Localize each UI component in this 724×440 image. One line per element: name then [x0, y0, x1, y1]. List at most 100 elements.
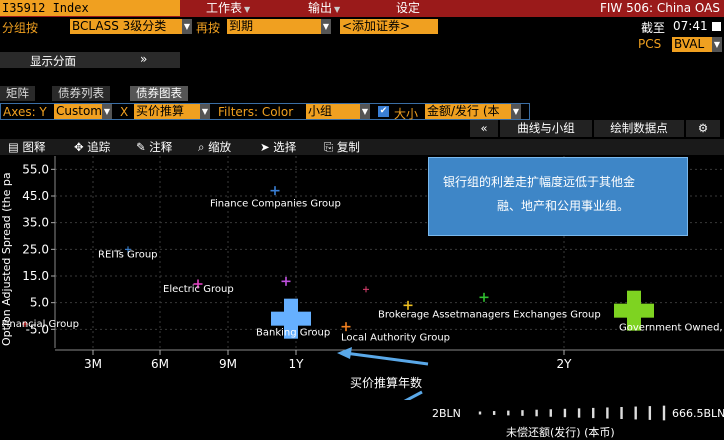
- callout-line-2: 融、地产和公用事业组。: [497, 199, 630, 213]
- axes-y-label: Axes: Y: [3, 105, 47, 119]
- group-by-label: 分组按: [2, 21, 39, 35]
- filters-color-label: Filters: Color: [218, 105, 294, 119]
- callout-line-1: 银行组的利差走扩幅度远低于其他金: [443, 175, 636, 189]
- show-panels-label: 显示分面: [30, 54, 76, 68]
- plus-marker-v: [345, 322, 347, 332]
- menu-worksheet[interactable]: 工作表 ▼: [206, 0, 250, 17]
- size-scale-tick: [492, 411, 496, 415]
- menu-settings[interactable]: 设定: [396, 0, 420, 17]
- expand-icon: »: [140, 52, 148, 66]
- checkbox-icon[interactable]: [712, 22, 721, 31]
- annotate-button[interactable]: ✎ 注释: [136, 139, 172, 155]
- plus-marker-v: [274, 186, 276, 196]
- gear-icon[interactable]: ⚙: [686, 120, 720, 137]
- point-label: Banking Group: [256, 328, 330, 339]
- point-label: Finance Companies Group: [210, 199, 341, 210]
- size-scale-tick: [662, 405, 666, 421]
- security-field[interactable]: I35912 Index: [0, 0, 180, 16]
- y-tick-label: 55.0: [22, 162, 49, 176]
- x-axis-select[interactable]: 买价推算: [134, 104, 200, 119]
- y-tick-label: 35.0: [22, 216, 49, 230]
- annotation-callout[interactable]: 银行组的利差走扩幅度远低于其他金 融、地产和公用事业组。: [428, 157, 688, 236]
- then-by-select[interactable]: 到期: [227, 19, 321, 34]
- y-axis-select[interactable]: Custom: [54, 104, 102, 119]
- point-label: Local Authority Group: [341, 333, 450, 344]
- then-by-label: 再按: [196, 21, 221, 35]
- data-point[interactable]: [341, 322, 351, 332]
- tab-bond-list[interactable]: 债券列表: [52, 86, 110, 101]
- x-tick-label: 2Y: [557, 357, 573, 371]
- tab-matrix[interactable]: 矩阵: [0, 86, 35, 101]
- chevron-down-icon[interactable]: ▼: [321, 19, 331, 34]
- chevron-down-icon[interactable]: ▼: [200, 104, 210, 119]
- size-legend-max: 666.5BLN: [672, 407, 724, 420]
- collapse-button[interactable]: «: [470, 120, 498, 137]
- plot-points-button[interactable]: 绘制数据点: [594, 120, 684, 137]
- data-point[interactable]: [363, 286, 369, 293]
- tab-bond-chart[interactable]: 债券图表: [130, 86, 188, 101]
- size-checkbox[interactable]: ✔: [378, 106, 389, 117]
- as-of-label: 截至: [641, 21, 666, 35]
- trace-icon: ✥: [74, 140, 84, 154]
- select-button[interactable]: ➤ 选择: [260, 139, 296, 155]
- size-scale-tick: [535, 409, 538, 417]
- data-point[interactable]: [270, 186, 280, 196]
- function-title: FIW 506: China OAS: [599, 1, 720, 15]
- callout-arrows: [337, 347, 429, 400]
- as-of-time: 07:41: [673, 19, 708, 33]
- y-axis-title: Option Adjusted Spread (the pa: [0, 172, 13, 346]
- group-by-select[interactable]: BCLASS 3级分类: [70, 19, 182, 34]
- chevron-down-icon[interactable]: ▼: [360, 104, 370, 119]
- x-tick-label: 6M: [151, 357, 169, 371]
- size-scale-tick: [634, 406, 637, 420]
- point-label: REITs Group: [98, 249, 158, 260]
- trace-button[interactable]: ✥ 追踪: [74, 139, 110, 155]
- copy-icon: ⎘: [324, 140, 334, 154]
- x-axis-label: X: [120, 105, 129, 119]
- x-tick-label: 9M: [219, 357, 237, 371]
- curves-groups-button[interactable]: 曲线与小组: [500, 120, 592, 137]
- size-scale-tick: [648, 406, 652, 420]
- plus-marker-v: [285, 276, 287, 286]
- add-security-input[interactable]: <添加证券>: [340, 19, 438, 34]
- legend-button[interactable]: ▤ 图释: [8, 139, 46, 155]
- color-select[interactable]: 小组: [306, 104, 360, 119]
- size-legend-scale: [478, 405, 666, 421]
- y-tick-label: 25.0: [22, 242, 49, 256]
- data-point[interactable]: [281, 276, 291, 286]
- size-select[interactable]: 金额/发行 (本: [425, 104, 511, 119]
- chevron-down-icon[interactable]: ▼: [712, 37, 722, 52]
- chevron-down-icon: ▼: [334, 5, 341, 14]
- zoom-button[interactable]: ⌕ 缩放: [198, 139, 231, 155]
- plus-marker-v: [365, 286, 367, 293]
- size-scale-tick: [521, 410, 524, 416]
- show-panels-button[interactable]: [0, 52, 180, 68]
- size-scale-tick: [620, 407, 623, 419]
- chevron-down-icon: ▼: [244, 5, 251, 14]
- point-label: Brokerage Assetmanagers Exchanges Group: [378, 309, 601, 320]
- size-scale-tick: [577, 408, 581, 418]
- size-scale-tick: [507, 410, 510, 416]
- size-scale-tick: [563, 408, 567, 418]
- chevron-down-icon[interactable]: ▼: [511, 104, 521, 119]
- size-legend-title: 未偿还额(发行) (本币): [506, 426, 615, 439]
- chevron-down-icon[interactable]: ▼: [182, 19, 192, 34]
- plus-marker-v: [483, 292, 485, 302]
- y-tick-label: 45.0: [22, 189, 49, 203]
- chevron-down-icon[interactable]: ▼: [102, 104, 112, 119]
- size-label: 大小: [394, 107, 419, 121]
- x-tick-label: 1Y: [289, 357, 305, 371]
- size-scale-tick: [549, 409, 552, 417]
- pcs-label: PCS: [638, 37, 662, 51]
- point-label: Government Owned, No Guarantee Group: [619, 323, 724, 334]
- x-tick-label: 3M: [84, 357, 102, 371]
- data-point[interactable]: [479, 292, 489, 302]
- menu-output[interactable]: 输出 ▼: [308, 0, 340, 17]
- select-icon: ➤: [260, 140, 270, 154]
- size-legend-min: 2BLN: [432, 407, 461, 420]
- y-tick-label: 5.0: [30, 296, 49, 310]
- pcs-value[interactable]: BVAL: [672, 37, 712, 52]
- table-icon: ▤: [8, 140, 19, 154]
- copy-button[interactable]: ⎘ 复制: [324, 139, 360, 155]
- annotate-icon: ✎: [136, 140, 146, 154]
